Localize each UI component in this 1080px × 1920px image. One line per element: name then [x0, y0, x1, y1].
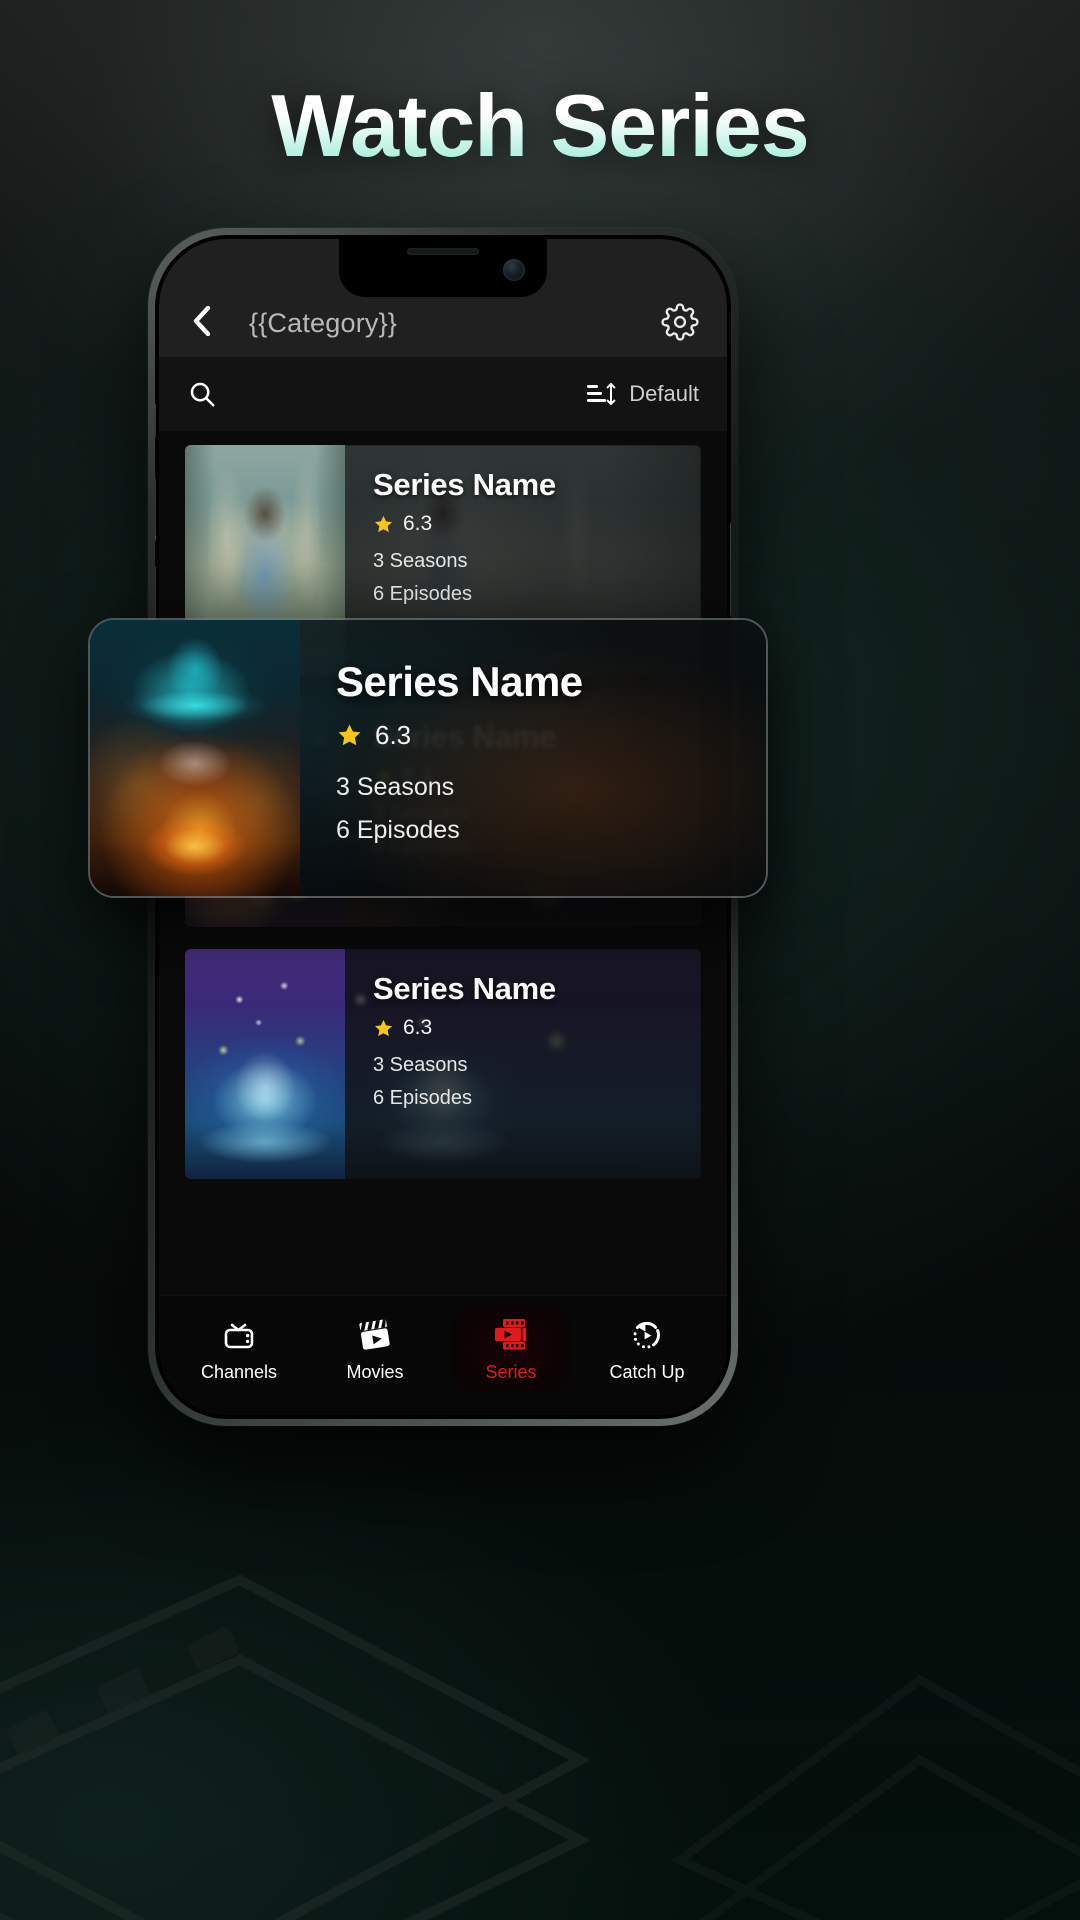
series-seasons: 3 Seasons	[373, 1054, 468, 1076]
series-rating: 6.3	[373, 512, 701, 536]
film-strip-decoration-right	[620, 1580, 1080, 1920]
search-input[interactable]	[231, 381, 491, 407]
featured-series-title: Series Name	[336, 658, 583, 705]
nav-label-catch-up: Catch Up	[609, 1361, 685, 1382]
series-episodes: 6 Episodes	[373, 583, 472, 605]
settings-button[interactable]	[661, 303, 701, 343]
nav-label-movies: Movies	[346, 1361, 404, 1382]
tv-icon	[221, 1315, 257, 1353]
featured-series-rating-value: 6.3	[375, 720, 412, 750]
series-list-item[interactable]: Series Name 6.3 3 Seasons 6 Episo	[185, 949, 701, 1179]
phone-volume-up-button	[155, 477, 156, 543]
film-strip-icon	[491, 1315, 531, 1353]
series-seasons: 3 Seasons	[373, 550, 468, 572]
earpiece-speaker	[407, 248, 479, 255]
featured-series-episodes: 6 Episodes	[336, 816, 460, 844]
poster-page: Watch Series {{Category}} Default Series…	[0, 0, 1080, 1920]
search-icon[interactable]	[187, 379, 217, 409]
sort-label: Default	[629, 381, 699, 406]
series-title: Series Name	[373, 467, 556, 502]
series-rating: 6.3	[373, 1016, 701, 1040]
gear-icon	[661, 303, 701, 341]
series-poster	[185, 949, 345, 1179]
featured-series-rating: 6.3	[336, 720, 766, 751]
series-title: Series Name	[373, 971, 556, 1006]
featured-series-poster	[90, 620, 300, 896]
star-icon	[336, 722, 363, 749]
phone-notch	[339, 239, 547, 297]
featured-series-seasons: 3 Seasons	[336, 773, 455, 801]
phone-power-button	[730, 521, 731, 617]
nav-item-series[interactable]: Series	[451, 1302, 571, 1393]
page-title: Watch Series	[0, 77, 1080, 175]
series-episodes: 6 Episodes	[373, 1087, 472, 1109]
phone-silent-switch	[155, 403, 156, 439]
nav-label-channels: Channels	[200, 1361, 278, 1382]
chevron-left-icon	[191, 305, 213, 341]
nav-item-movies[interactable]: Movies	[315, 1303, 435, 1393]
sort-control[interactable]: Default	[587, 381, 699, 407]
replay-icon	[629, 1315, 665, 1353]
series-rating-value: 6.3	[403, 1016, 433, 1039]
sort-icon	[587, 381, 617, 407]
featured-series-card[interactable]: Series Name 6.3 3 Seasons 6 Episodes	[88, 618, 768, 898]
page-category-title: {{Category}}	[249, 307, 398, 338]
nav-item-channels[interactable]: Channels	[179, 1303, 299, 1393]
star-icon	[373, 514, 394, 535]
star-icon	[373, 1018, 394, 1039]
front-camera-icon	[503, 259, 525, 281]
series-rating-value: 6.3	[403, 512, 433, 535]
film-strip-decoration-left	[0, 1460, 640, 1920]
nav-label-series: Series	[485, 1361, 537, 1382]
bottom-navigation: Channels Movies Series Catch Up	[159, 1295, 727, 1415]
nav-item-catch-up[interactable]: Catch Up	[587, 1303, 707, 1393]
search-sort-bar: Default	[159, 357, 727, 431]
back-button[interactable]	[185, 305, 219, 341]
clapperboard-icon	[356, 1315, 394, 1353]
